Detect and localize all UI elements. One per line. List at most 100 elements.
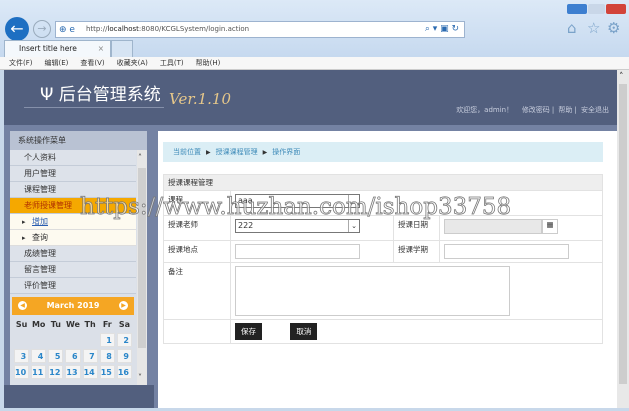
term-label: 授课学期 xyxy=(393,240,440,263)
calendar-day[interactable]: 3 xyxy=(14,349,30,363)
divider xyxy=(24,107,164,108)
breadcrumb: 当前位置 ▶ 授课课程管理 ▶ 操作界面 xyxy=(163,142,603,162)
place-input[interactable] xyxy=(235,244,360,259)
sidebar-item-profile[interactable]: 个人资料 xyxy=(10,150,136,166)
menu-view[interactable]: 查看(V) xyxy=(80,57,104,69)
date-input[interactable] xyxy=(444,219,542,234)
change-password-link[interactable]: 修改密码 xyxy=(522,106,550,114)
calendar: ◀ March 2019 ▶ Su Mo Tu We Th Fr Sa 1234567891… xyxy=(12,297,134,381)
site-title: Ψ 后台管理系统 xyxy=(40,85,161,105)
calendar-day[interactable]: 12 xyxy=(48,365,64,379)
sidebar-title: 系统操作菜单 xyxy=(10,131,147,150)
scroll-thumb[interactable] xyxy=(619,84,627,384)
address-bar[interactable]: ⊕ e http://localhost:8080/KCGLSystem/log… xyxy=(55,21,465,38)
sidebar-sub-query[interactable]: 查询 xyxy=(10,230,136,246)
teaching-form: 授课课程管理 课程 aaa ⌄ 授课老师 222 ⌄ 授课日期 ▦ 授课地点 授课学… xyxy=(163,174,603,344)
next-month-icon[interactable]: ▶ xyxy=(119,301,128,310)
logout-link[interactable]: 安全退出 xyxy=(581,106,609,114)
minimize-button[interactable] xyxy=(567,4,587,14)
tab-active[interactable]: Insert title here × xyxy=(4,40,111,57)
course-select[interactable]: aaa ⌄ xyxy=(235,194,360,208)
sidebar-scrollbar[interactable]: ˄ ˅ xyxy=(137,150,147,385)
note-textarea[interactable] xyxy=(235,266,510,316)
sidebar-item-reviews[interactable]: 评价管理 xyxy=(10,278,136,294)
gear-icon[interactable]: ⚙ xyxy=(607,19,620,37)
page-scrollbar[interactable]: ˄ xyxy=(617,70,629,408)
sidebar-sub-add[interactable]: 增加 xyxy=(10,214,136,230)
calendar-day[interactable]: 7 xyxy=(82,349,98,363)
calendar-icon[interactable]: ▦ xyxy=(542,219,558,234)
page-icon: ⊕ e xyxy=(59,25,75,35)
menu-tools[interactable]: 工具(T) xyxy=(160,57,184,69)
sidebar-item-grades[interactable]: 成绩管理 xyxy=(10,246,136,262)
prev-month-icon[interactable]: ◀ xyxy=(18,301,27,310)
calendar-day[interactable]: 16 xyxy=(116,365,132,379)
calendar-day[interactable]: 4 xyxy=(31,349,47,363)
scroll-up-icon[interactable]: ˄ xyxy=(138,153,142,162)
save-button[interactable]: 保存 xyxy=(235,323,262,340)
cancel-button[interactable]: 取消 xyxy=(290,323,318,340)
version: Ver.1.10 xyxy=(169,90,232,108)
sidebar: 系统操作菜单 个人资料 用户管理 课程管理 老师授课管理 增加 查询 成绩管理 … xyxy=(10,131,147,385)
teacher-label: 授课老师 xyxy=(163,215,231,241)
calendar-header: ◀ March 2019 ▶ xyxy=(12,297,134,315)
calendar-empty-cell xyxy=(83,333,98,347)
menu-edit[interactable]: 编辑(E) xyxy=(45,57,69,69)
search-refresh-icons[interactable]: ⌕ ▾ ▣ ↻ xyxy=(425,22,459,37)
course-label: 课程 xyxy=(163,190,231,216)
favorites-star-icon[interactable]: ☆ xyxy=(587,19,600,37)
page: Ψ 后台管理系统 Ver.1.10 欢迎您，admin！ 修改密码 | 帮助 | 安… xyxy=(4,70,617,408)
teacher-select[interactable]: 222 ⌄ xyxy=(235,219,360,233)
calendar-day[interactable]: 8 xyxy=(99,349,115,363)
sidebar-item-teaching[interactable]: 老师授课管理 xyxy=(10,198,136,214)
breadcrumb-current: 操作界面 xyxy=(272,148,301,156)
calendar-day[interactable]: 6 xyxy=(65,349,81,363)
sidebar-item-courses[interactable]: 课程管理 xyxy=(10,182,136,198)
calendar-day[interactable]: 1 xyxy=(99,333,115,347)
calendar-day[interactable]: 10 xyxy=(14,365,30,379)
forward-button[interactable]: → xyxy=(33,20,51,38)
scroll-down-icon[interactable]: ˅ xyxy=(138,373,142,382)
calendar-day[interactable]: 2 xyxy=(116,333,132,347)
date-label: 授课日期 xyxy=(393,215,440,241)
sidebar-item-users[interactable]: 用户管理 xyxy=(10,166,136,182)
logo-icon: Ψ xyxy=(40,85,54,105)
calendar-day[interactable]: 9 xyxy=(116,349,132,363)
calendar-day[interactable]: 5 xyxy=(48,349,64,363)
weekday-label: Fr xyxy=(102,319,112,329)
close-window-button[interactable] xyxy=(606,4,626,14)
browser-chrome: ← → ⊕ e http://localhost:8080/KCGLSystem… xyxy=(0,0,629,57)
calendar-day[interactable]: 14 xyxy=(82,365,98,379)
scroll-thumb[interactable] xyxy=(138,168,146,348)
weekday-label: Mo xyxy=(31,319,46,329)
sidebar-item-messages[interactable]: 留言管理 xyxy=(10,262,136,278)
help-link[interactable]: 帮助 xyxy=(558,106,572,114)
calendar-empty-cell xyxy=(14,333,29,347)
weekday-label: Th xyxy=(84,319,96,329)
calendar-grid: Su Mo Tu We Th Fr Sa 1 2 3 4 5 6 7 8 9 10 11 12 13 14 15 16 xyxy=(12,315,134,381)
header-links: 欢迎您，admin！ 修改密码 | 帮助 | 安全退出 xyxy=(456,106,609,114)
weekday-label: Tu xyxy=(50,319,61,329)
calendar-day[interactable]: 13 xyxy=(65,365,81,379)
term-input[interactable] xyxy=(444,244,569,259)
weekday-label: Sa xyxy=(118,319,130,329)
menu-bar: 文件(F) 编辑(E) 查看(V) 收藏夹(A) 工具(T) 帮助(H) xyxy=(0,57,629,70)
main-panel: 当前位置 ▶ 授课课程管理 ▶ 操作界面 授课课程管理 课程 aaa ⌄ 授课老师 222… xyxy=(158,131,617,408)
place-label: 授课地点 xyxy=(163,240,231,263)
back-button[interactable]: ← xyxy=(5,17,29,41)
scroll-up-icon[interactable]: ˄ xyxy=(619,72,624,82)
breadcrumb-item[interactable]: 授课课程管理 xyxy=(216,148,258,156)
new-tab-button[interactable] xyxy=(111,40,133,57)
calendar-day[interactable]: 15 xyxy=(99,365,115,379)
note-label: 备注 xyxy=(163,262,231,320)
tab-close-icon[interactable]: × xyxy=(98,41,104,56)
maximize-button[interactable] xyxy=(588,4,605,14)
menu-help[interactable]: 帮助(H) xyxy=(196,57,221,69)
menu-file[interactable]: 文件(F) xyxy=(9,57,33,69)
form-section-title: 授课课程管理 xyxy=(163,174,603,191)
home-icon[interactable]: ⌂ xyxy=(567,19,577,37)
welcome-text: 欢迎您，admin！ xyxy=(456,106,514,114)
calendar-day[interactable]: 11 xyxy=(31,365,47,379)
calendar-empty-cell xyxy=(31,333,46,347)
menu-favorites[interactable]: 收藏夹(A) xyxy=(117,57,148,69)
